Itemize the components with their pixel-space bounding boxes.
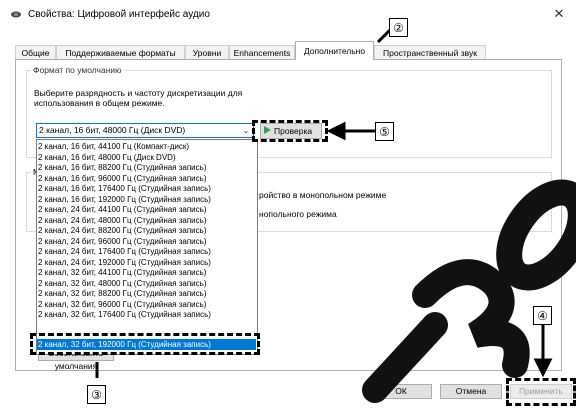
callout-4: ④ <box>533 306 552 325</box>
callout-arrows <box>95 26 553 378</box>
callout-3: ③ <box>87 385 106 404</box>
callout-5: ⑤ <box>375 122 394 141</box>
callout-2: ② <box>389 18 408 37</box>
